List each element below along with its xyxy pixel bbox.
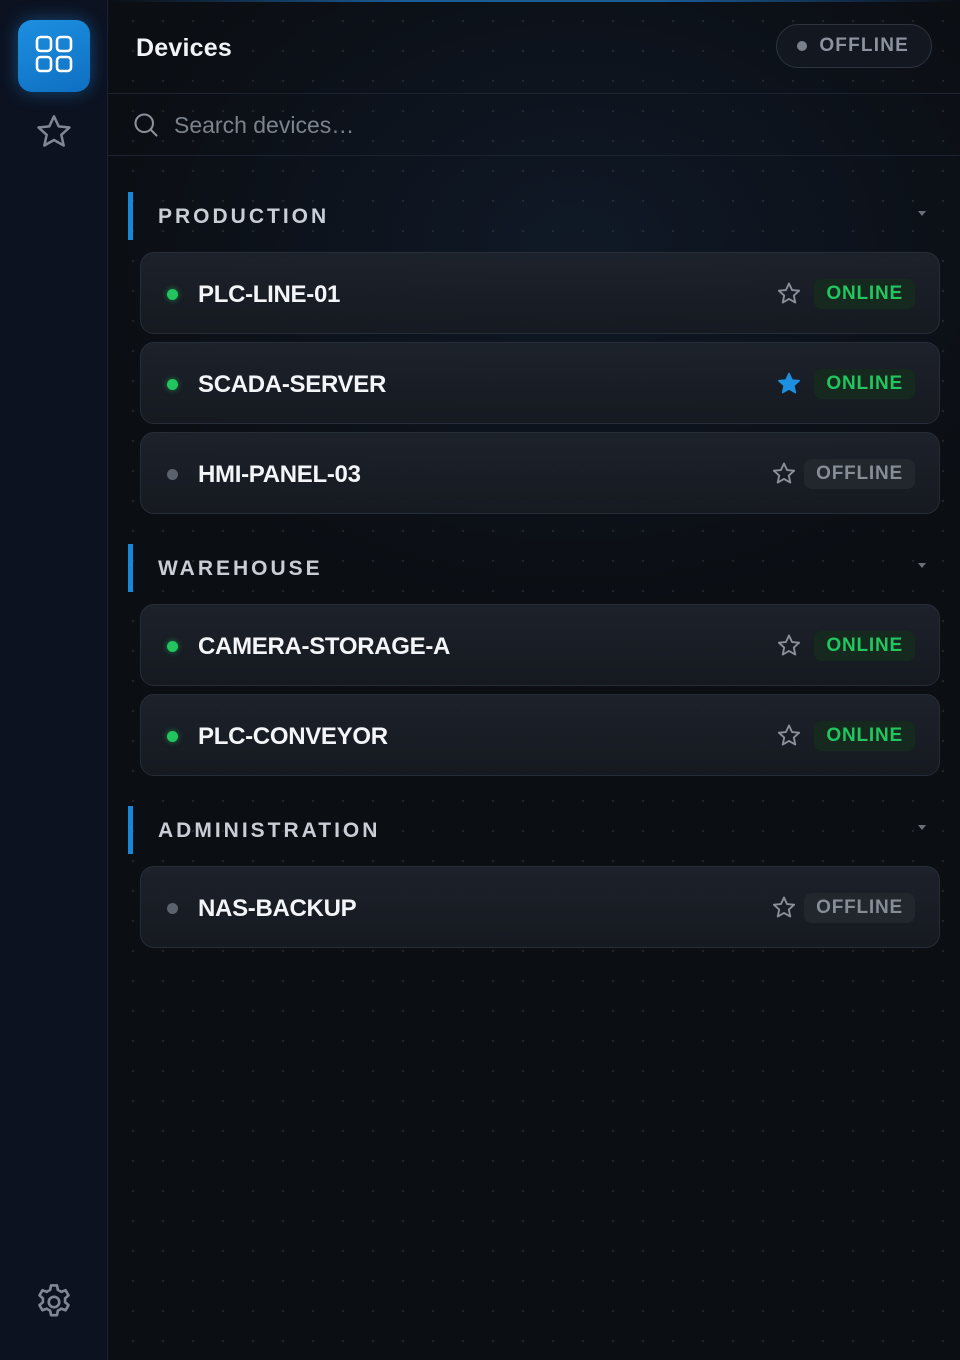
status-badge: ONLINE — [814, 631, 915, 661]
status-dot-icon — [797, 41, 808, 51]
gear-icon — [33, 1281, 75, 1328]
device-row[interactable]: HMI-PANEL-03 OFFLINE — [140, 432, 940, 514]
device-name: HMI-PANEL-03 — [198, 461, 361, 488]
group-header[interactable]: PRODUCTION — [128, 192, 940, 240]
device-group-warehouse: WAREHOUSE CAMERA-STORAGE-A ONLINE PLC-CO… — [128, 544, 940, 776]
group-accent-bar — [128, 544, 133, 592]
group-header[interactable]: WAREHOUSE — [128, 544, 940, 592]
sidebar-item-favorites[interactable] — [18, 98, 90, 170]
device-group-administration: ADMINISTRATION NAS-BACKUP OFFLINE — [128, 806, 940, 948]
status-dot-icon — [167, 469, 178, 480]
device-name: SCADA-SERVER — [198, 371, 386, 398]
star-icon[interactable] — [770, 460, 798, 488]
connection-status-label: OFFLINE — [819, 35, 909, 56]
group-header[interactable]: ADMINISTRATION — [128, 806, 940, 854]
status-dot-icon — [167, 641, 178, 652]
group-title: ADMINISTRATION — [158, 819, 381, 842]
status-dot-icon — [167, 289, 178, 300]
star-icon — [34, 112, 74, 157]
status-badge: OFFLINE — [804, 893, 915, 923]
chevron-down-icon[interactable] — [918, 211, 926, 216]
header: Devices OFFLINE — [108, 0, 960, 94]
status-badge: OFFLINE — [804, 459, 915, 489]
page-title: Devices — [136, 34, 232, 62]
device-row[interactable]: SCADA-SERVER ONLINE — [140, 342, 940, 424]
chevron-down-icon[interactable] — [918, 563, 926, 568]
status-badge: ONLINE — [814, 369, 915, 399]
status-badge: ONLINE — [814, 721, 915, 751]
group-title: PRODUCTION — [158, 205, 330, 228]
device-row[interactable]: PLC-CONVEYOR ONLINE — [140, 694, 940, 776]
app: Devices OFFLINE PRODUCTION — [0, 0, 960, 1360]
star-icon[interactable] — [775, 722, 803, 750]
star-filled-icon[interactable] — [775, 370, 803, 398]
device-row[interactable]: NAS-BACKUP OFFLINE — [140, 866, 940, 948]
sidebar-item-devices[interactable] — [18, 20, 90, 92]
sidebar — [0, 0, 108, 1360]
grid-icon — [35, 35, 73, 78]
search-icon — [132, 111, 160, 144]
device-name: CAMERA-STORAGE-A — [198, 633, 451, 660]
group-accent-bar — [128, 806, 133, 854]
sidebar-item-settings[interactable] — [18, 1268, 90, 1340]
device-row[interactable]: CAMERA-STORAGE-A ONLINE — [140, 604, 940, 686]
star-icon[interactable] — [770, 894, 798, 922]
status-dot-icon — [167, 903, 178, 914]
star-icon[interactable] — [775, 280, 803, 308]
status-badge: ONLINE — [814, 279, 915, 309]
status-dot-icon — [167, 379, 178, 390]
group-title: WAREHOUSE — [158, 557, 323, 580]
main-panel: Devices OFFLINE PRODUCTION — [108, 0, 960, 1360]
group-accent-bar — [128, 192, 133, 240]
device-name: PLC-LINE-01 — [198, 281, 341, 308]
device-row[interactable]: PLC-LINE-01 ONLINE — [140, 252, 940, 334]
chevron-down-icon[interactable] — [918, 825, 926, 830]
connection-status-badge: OFFLINE — [776, 24, 932, 68]
star-icon[interactable] — [775, 632, 803, 660]
search-bar — [108, 94, 960, 156]
device-group-production: PRODUCTION PLC-LINE-01 ONLINE SCADA-SERV… — [128, 192, 940, 514]
device-name: PLC-CONVEYOR — [198, 723, 388, 750]
status-dot-icon — [167, 731, 178, 742]
device-name: NAS-BACKUP — [198, 895, 357, 922]
search-input[interactable] — [174, 106, 914, 144]
